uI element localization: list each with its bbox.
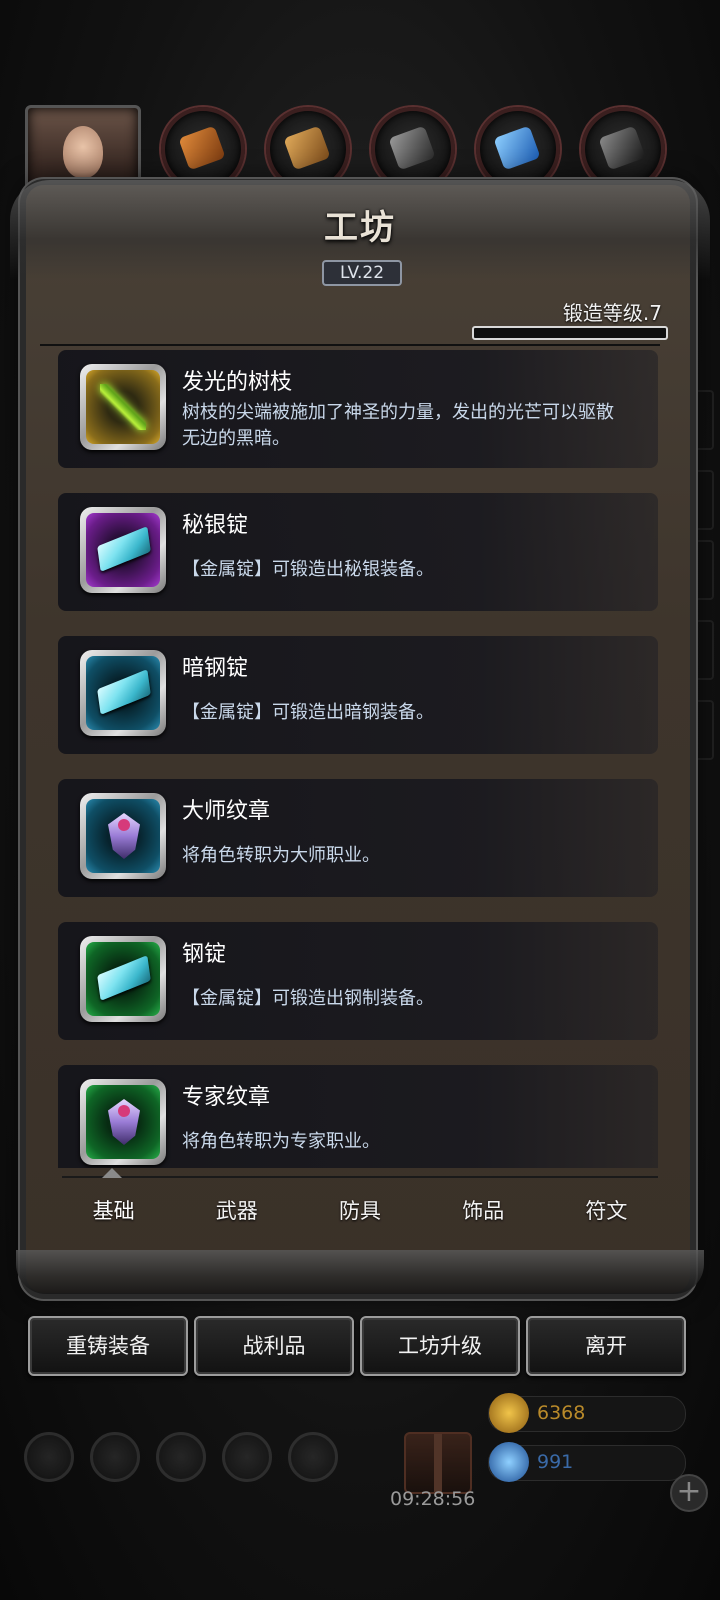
- item-name: 钢锭: [182, 942, 227, 967]
- item-description: 将角色转职为大师职业。: [182, 845, 380, 866]
- list-item[interactable]: 秘银锭 【金属锭】可锻造出秘银装备。: [58, 493, 658, 611]
- tab-accessories[interactable]: 饰品: [422, 1195, 545, 1235]
- gold-amount: 6368: [537, 1402, 586, 1424]
- dark-ore-icon[interactable]: [581, 107, 665, 191]
- item-icon-frame: [80, 1079, 166, 1165]
- loot-button[interactable]: 战利品: [194, 1316, 354, 1376]
- item-description: 【金属锭】可锻造出暗钢装备。: [182, 702, 434, 723]
- gem-icon: [489, 1442, 529, 1482]
- gold-bar: 6368: [488, 1393, 686, 1433]
- side-tab: [692, 390, 714, 450]
- item-name: 发光的树枝: [182, 370, 293, 395]
- wood-icon[interactable]: [266, 107, 350, 191]
- item-name: 专家纹章: [182, 1085, 271, 1110]
- header-divider: [40, 344, 660, 346]
- side-tab: [692, 470, 714, 530]
- avatar-face: [63, 126, 103, 178]
- item-icon-frame: [80, 650, 166, 736]
- expert-emblem-icon: [108, 1099, 140, 1145]
- list-item[interactable]: 发光的树枝 树枝的尖端被施加了神圣的力量，发出的光芒可以驱散无边的黑暗。: [58, 350, 658, 468]
- list-item[interactable]: 钢锭 【金属锭】可锻造出钢制装备。: [58, 922, 658, 1040]
- glowing-branch-icon: [100, 384, 146, 430]
- action-bar: 重铸装备 战利品 工坊升级 离开: [26, 1316, 694, 1376]
- item-icon-frame: [80, 364, 166, 450]
- item-list[interactable]: 发光的树枝 树枝的尖端被施加了神圣的力量，发出的光芒可以驱散无边的黑暗。 秘银锭…: [58, 350, 658, 1168]
- item-description: 将角色转职为专家职业。: [182, 1131, 380, 1152]
- side-tab: [692, 540, 714, 600]
- item-name: 秘银锭: [182, 513, 249, 538]
- item-description: 【金属锭】可锻造出钢制装备。: [182, 988, 434, 1009]
- tab-basic[interactable]: 基础: [52, 1195, 175, 1235]
- workshop-upgrade-button[interactable]: 工坊升级: [360, 1316, 520, 1376]
- mithril-ingot-icon: [97, 526, 151, 572]
- master-emblem-icon: [108, 813, 140, 859]
- category-tabs: 基础 武器 防具 饰品 符文: [52, 1195, 668, 1235]
- gem-amount: 991: [537, 1451, 574, 1473]
- workshop-level-badge: LV.22: [322, 260, 402, 286]
- item-name: 暗钢锭: [182, 656, 249, 681]
- side-tab: [692, 700, 714, 760]
- item-icon-frame: [80, 936, 166, 1022]
- forge-progress-bar: [472, 326, 668, 340]
- item-description: 【金属锭】可锻造出秘银装备。: [182, 559, 434, 580]
- shop-icon[interactable]: [288, 1432, 338, 1482]
- panel-title: 工坊: [324, 208, 396, 248]
- list-item[interactable]: 大师纹章 将角色转职为大师职业。: [58, 779, 658, 897]
- reforge-equipment-button[interactable]: 重铸装备: [28, 1316, 188, 1376]
- active-tab-indicator: [102, 1168, 122, 1178]
- gold-coin-icon: [489, 1393, 529, 1433]
- star-icon[interactable]: [90, 1432, 140, 1482]
- dark-steel-ingot-icon: [97, 669, 151, 715]
- map-icon[interactable]: [156, 1432, 206, 1482]
- item-description: 树枝的尖端被施加了神圣的力量，发出的光芒可以驱散无边的黑暗。: [182, 402, 614, 449]
- steel-ingot-icon: [97, 955, 151, 1001]
- list-item[interactable]: 专家纹章 将角色转职为专家职业。: [58, 1065, 658, 1168]
- item-icon-frame: [80, 793, 166, 879]
- leave-button[interactable]: 离开: [526, 1316, 686, 1376]
- tab-weapons[interactable]: 武器: [175, 1195, 298, 1235]
- list-item[interactable]: 暗钢锭 【金属锭】可锻造出暗钢装备。: [58, 636, 658, 754]
- gem-bar: 991: [488, 1442, 686, 1482]
- tab-runes[interactable]: 符文: [545, 1195, 668, 1235]
- settings-icon[interactable]: [24, 1432, 74, 1482]
- side-tab: [692, 620, 714, 680]
- panel-ornate-frame-bottom: [16, 1250, 704, 1294]
- forge-level-label: 锻造等级.7: [562, 301, 662, 325]
- copper-ore-icon[interactable]: [161, 107, 245, 191]
- tab-armor[interactable]: 防具: [298, 1195, 421, 1235]
- crystal-icon[interactable]: [476, 107, 560, 191]
- add-currency-button[interactable]: +: [670, 1474, 708, 1512]
- gift-icon[interactable]: [404, 1432, 472, 1494]
- item-icon-frame: [80, 507, 166, 593]
- mail-icon[interactable]: [222, 1432, 272, 1482]
- item-name: 大师纹章: [182, 799, 271, 824]
- iron-ore-icon[interactable]: [371, 107, 455, 191]
- gift-timer: 09:28:56: [390, 1488, 476, 1510]
- tab-divider: [62, 1176, 658, 1178]
